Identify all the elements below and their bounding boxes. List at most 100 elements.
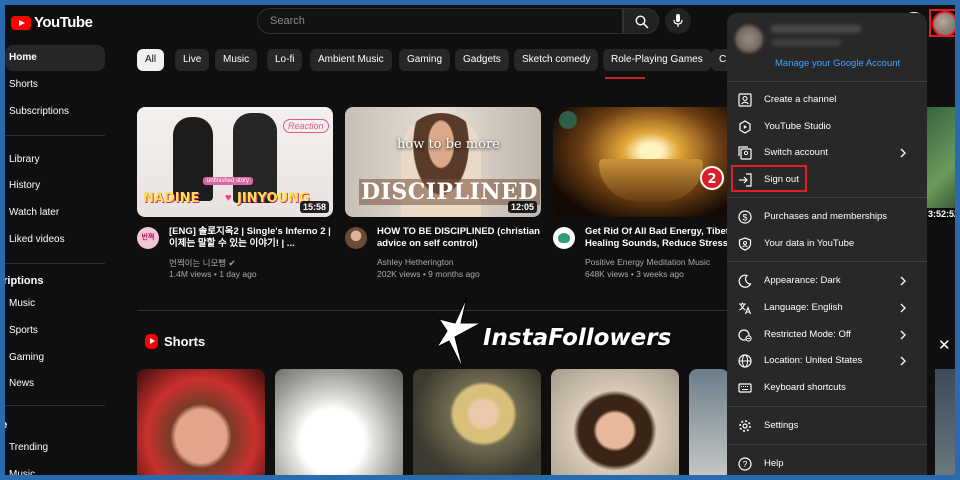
close-icon[interactable]: ✕ (938, 336, 951, 354)
menu-item-language[interactable]: Language: English (727, 295, 927, 321)
sidebar-item-music[interactable]: Music (5, 291, 105, 317)
video-card[interactable]: how to be more DISCIPLINED 12:05 HOW TO … (345, 107, 541, 279)
menu-item-settings[interactable]: Settings (727, 413, 927, 439)
chip-sketch-comedy[interactable]: Sketch comedy (514, 49, 599, 71)
menu-divider (727, 261, 927, 262)
chip-role-playing-games[interactable]: Role-Playing Games (603, 49, 711, 71)
svg-text:?: ? (743, 459, 748, 469)
voice-search-button[interactable] (665, 8, 691, 34)
sidebar-item-music-explore[interactable]: Music (5, 462, 105, 475)
video-thumbnail[interactable]: Reaction unfinished story NADINE ♥ JINYO… (137, 107, 333, 217)
menu-item-label: Create a channel (764, 94, 837, 105)
shorts-icon (145, 334, 158, 349)
logo-text: YouTube (34, 14, 93, 31)
channel-avatar[interactable] (553, 227, 575, 249)
thumbnail-person (233, 113, 277, 203)
sidebar-divider (5, 263, 105, 264)
sidebar-item-watch-later[interactable]: Watch later (5, 200, 105, 226)
sidebar-item-trending[interactable]: Trending (5, 435, 105, 461)
menu-item-purchases[interactable]: $ Purchases and memberships (727, 204, 927, 230)
menu-item-label: Location: United States (764, 355, 863, 366)
chip-music[interactable]: Music (215, 49, 258, 71)
shorts-title: Shorts (164, 334, 206, 349)
screenshot-frame: YouTube Home Shorts Subscriptions Librar… (0, 0, 960, 480)
menu-item-restricted-mode[interactable]: Restricted Mode: Off (727, 322, 927, 348)
video-title[interactable]: [ENG] 솔로지옥2 | Single's Inferno 2 | 이제는 말… (169, 226, 333, 250)
sidebar-item-home[interactable]: Home (5, 45, 105, 71)
search-button[interactable] (623, 8, 659, 34)
sidebar-item-subscriptions[interactable]: Subscriptions (5, 99, 105, 125)
chip-more[interactable]: C (711, 49, 727, 71)
sidebar-heading-subscriptions: criptions (0, 275, 44, 287)
manage-google-account-link[interactable]: Manage your Google Account (775, 58, 900, 69)
channel-name[interactable]: 번쩍이는 니모뻥 ✔ (169, 257, 236, 269)
menu-item-location[interactable]: Location: United States (727, 348, 927, 374)
video-meta: 1.4M views • 1 day ago (169, 269, 257, 279)
sidebar-item-shorts[interactable]: Shorts (5, 72, 105, 98)
short-thumbnail[interactable] (551, 369, 679, 475)
account-header: Manage your Google Account (727, 13, 927, 81)
video-card[interactable]: Reaction unfinished story NADINE ♥ JINYO… (137, 107, 333, 279)
profile-avatar-highlight (929, 9, 955, 37)
menu-item-label: Language: English (764, 302, 843, 313)
watermark-star-icon (437, 297, 482, 369)
sidebar-item-sports[interactable]: Sports (5, 318, 105, 344)
search-input[interactable] (270, 15, 622, 27)
search-box[interactable] (257, 8, 623, 34)
menu-item-help[interactable]: ? Help (727, 451, 927, 475)
short-thumbnail-partial[interactable] (935, 369, 955, 475)
channel-avatar[interactable]: 번쩍 (137, 227, 159, 249)
video-thumbnail[interactable]: 6: (553, 107, 749, 217)
sidebar-item-gaming[interactable]: Gaming (5, 345, 105, 371)
menu-item-your-data[interactable]: Your data in YouTube (727, 231, 927, 257)
sidebar-item-history[interactable]: History (5, 173, 105, 199)
channel-avatar[interactable] (345, 227, 367, 249)
menu-item-label: Appearance: Dark (764, 275, 841, 286)
video-title[interactable]: HOW TO BE DISCIPLINED (christian advice … (377, 226, 541, 250)
chip-live[interactable]: Live (175, 49, 210, 71)
channel-name[interactable]: Positive Energy Meditation Music (585, 257, 710, 267)
restricted-icon (738, 329, 752, 342)
menu-item-youtube-studio[interactable]: YouTube Studio (727, 114, 927, 140)
chevron-right-icon (900, 330, 906, 340)
svg-text:$: $ (742, 212, 747, 222)
menu-item-label: YouTube Studio (764, 121, 831, 132)
short-thumbnail[interactable] (689, 369, 729, 475)
channel-name-text: 번쩍이는 니모뻥 (169, 258, 227, 268)
youtube-logo[interactable]: YouTube (11, 14, 93, 31)
thumbnail-ribbon: unfinished story (203, 177, 254, 185)
shield-person-icon (738, 237, 752, 251)
menu-item-create-channel[interactable]: Create a channel (727, 87, 927, 113)
menu-divider (727, 406, 927, 407)
short-thumbnail[interactable] (413, 369, 541, 475)
account-handle-redacted (771, 39, 841, 46)
channel-name[interactable]: Ashley Hetherington (377, 257, 454, 267)
menu-item-appearance[interactable]: Appearance: Dark (727, 268, 927, 294)
video-thumbnail[interactable]: how to be more DISCIPLINED 12:05 (345, 107, 541, 217)
menu-item-keyboard-shortcuts[interactable]: Keyboard shortcuts (727, 375, 927, 401)
menu-divider (727, 81, 927, 82)
chip-gaming[interactable]: Gaming (399, 49, 451, 71)
short-thumbnail[interactable] (275, 369, 403, 475)
thumbnail-reaction-badge: Reaction (283, 119, 329, 133)
chip-scroll-indicator (605, 77, 645, 79)
studio-icon (739, 120, 751, 134)
video-title[interactable]: Get Rid Of All Bad Energy, Tibetan Heali… (585, 226, 749, 250)
sidebar-item-liked-videos[interactable]: Liked videos (5, 227, 105, 253)
chip-ambient-music[interactable]: Ambient Music (310, 49, 392, 71)
watermark-text: InstaFollowers (483, 325, 672, 351)
video-card[interactable]: 6: Get Rid Of All Bad Energy, Tibetan He… (553, 107, 749, 279)
youtube-play-icon (11, 15, 31, 30)
search-icon (635, 15, 649, 29)
chip-gadgets[interactable]: Gadgets (455, 49, 509, 71)
menu-item-switch-account[interactable]: Switch account (727, 140, 927, 166)
chip-all[interactable]: All (137, 49, 165, 71)
lotus-icon (558, 233, 570, 243)
account-avatar (735, 25, 763, 53)
video-duration: 15:58 (299, 201, 329, 213)
chip-lofi[interactable]: Lo-fi (267, 49, 303, 71)
sidebar-heading-explore: re (1, 419, 8, 431)
short-thumbnail[interactable] (137, 369, 265, 475)
sidebar-item-library[interactable]: Library (5, 147, 105, 173)
sidebar-item-news[interactable]: News (5, 371, 105, 397)
